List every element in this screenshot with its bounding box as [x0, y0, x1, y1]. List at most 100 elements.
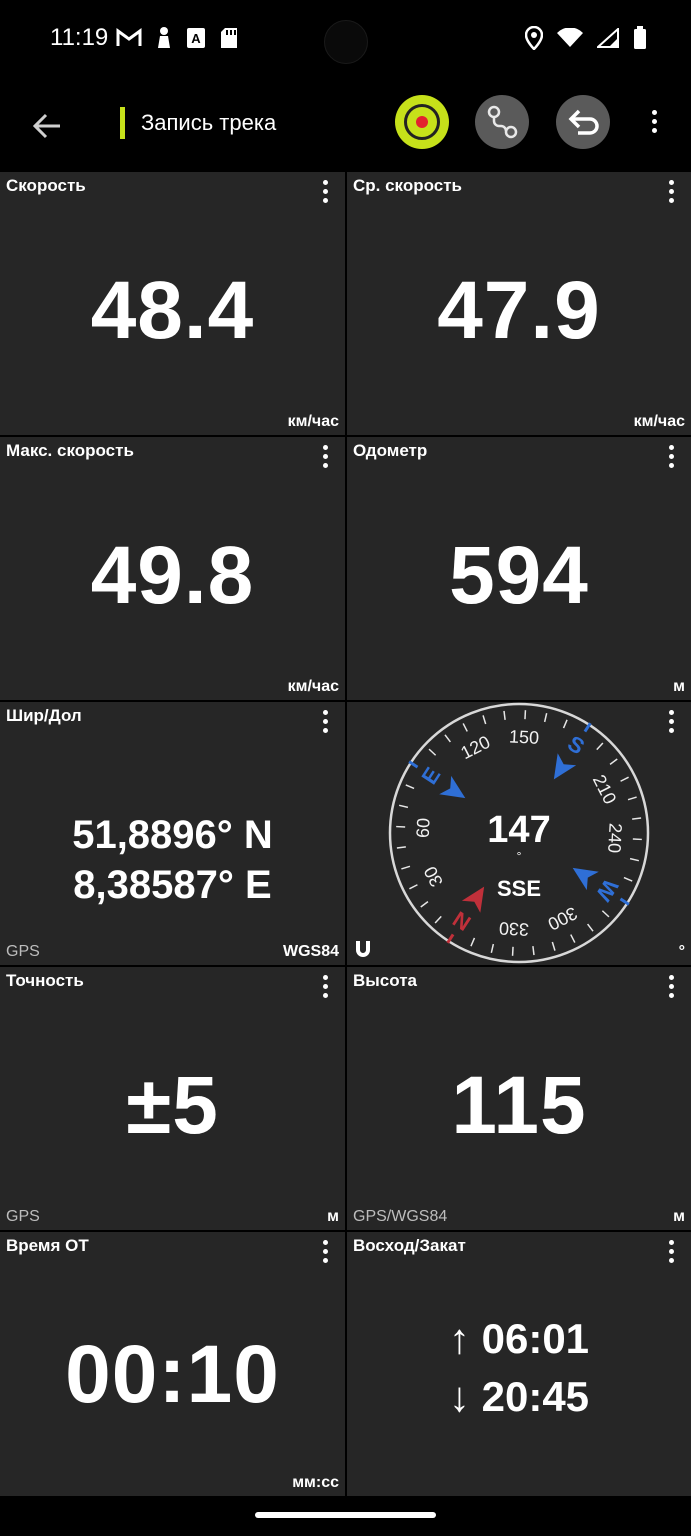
- compass-tick: [420, 901, 429, 908]
- tile-latlon[interactable]: Шир/Дол 51,8896° N 8,38587° E GPS WGS84: [0, 702, 345, 965]
- compass-tick: [470, 937, 476, 947]
- tile-menu-icon[interactable]: [317, 975, 333, 1001]
- compass-tick: [532, 946, 535, 956]
- back-button[interactable]: [28, 106, 68, 146]
- sunrise-value: ↑ 06:01: [448, 1315, 590, 1362]
- tile-max-speed[interactable]: Макс. скорость 49.8 км/час: [0, 437, 345, 700]
- record-dot-icon: [416, 116, 428, 128]
- tile-sun[interactable]: Восход/Закат ↑ 06:01 ↓ 20:45: [347, 1232, 691, 1496]
- tile-menu-icon[interactable]: [317, 710, 333, 736]
- tile-menu-icon[interactable]: [663, 710, 679, 736]
- toolbar: Запись трека: [0, 80, 691, 170]
- compass-tick-label: 150: [508, 726, 539, 748]
- cardinal-label-e: E: [416, 763, 445, 789]
- compass-tick: [623, 876, 633, 882]
- tile-menu-icon[interactable]: [663, 180, 679, 206]
- compass-tick: [428, 748, 437, 756]
- compass-unit: °: [678, 943, 685, 960]
- undo-button[interactable]: [556, 95, 610, 149]
- home-gesture-pill[interactable]: [255, 1512, 436, 1518]
- compass-tick: [629, 857, 640, 862]
- tile-label: Высота: [353, 971, 417, 990]
- sd-card-icon: [221, 28, 237, 48]
- status-bar: 11:19 A: [0, 0, 691, 80]
- coordinates: 51,8896° N 8,38587° E: [0, 810, 345, 910]
- cardinal-label-w: W: [591, 875, 623, 906]
- tile-menu-icon[interactable]: [663, 445, 679, 471]
- tile-menu-icon[interactable]: [317, 445, 333, 471]
- record-button[interactable]: [395, 95, 449, 149]
- status-time: 11:19: [50, 24, 109, 51]
- tile-menu-icon[interactable]: [317, 180, 333, 206]
- tile-label: Время ОТ: [6, 1236, 89, 1255]
- signal-icon: [597, 28, 619, 48]
- tile-value: 47.9: [437, 265, 601, 356]
- tile-menu-icon[interactable]: [317, 1240, 333, 1266]
- tile-label: Одометр: [353, 441, 428, 460]
- tile-value: ±5: [126, 1060, 219, 1151]
- compass-tick: [601, 910, 610, 918]
- svg-text:A: A: [191, 31, 201, 46]
- tile-unit: м: [327, 1208, 339, 1225]
- tile-label: Точность: [6, 971, 84, 990]
- tile-value: 00:10: [65, 1329, 280, 1420]
- tile-unit: км/час: [287, 413, 339, 430]
- compass-tick: [570, 934, 576, 943]
- compass-direction: SSE: [497, 876, 541, 901]
- tile-menu-icon[interactable]: [663, 975, 679, 1001]
- route-button[interactable]: [475, 95, 529, 149]
- compass-tick: [596, 742, 604, 751]
- compass-tick: [434, 915, 442, 924]
- compass-tick: [482, 715, 487, 725]
- compass-tick: [396, 846, 406, 849]
- undo-icon: [568, 109, 599, 135]
- compass-tick: [490, 943, 495, 954]
- system-nav-bar: [0, 1496, 691, 1536]
- cardinal-label-s: S: [563, 730, 589, 759]
- compass-tick: [398, 804, 409, 809]
- page-title: Запись трека: [141, 110, 277, 135]
- tile-menu-icon[interactable]: [663, 1240, 679, 1266]
- tile-source: GPS: [6, 1208, 40, 1225]
- tile-source: GPS/WGS84: [353, 1208, 448, 1225]
- tile-unit: км/час: [633, 413, 685, 430]
- tile-odometer[interactable]: Одометр 594 м: [347, 437, 691, 700]
- compass-tick: [543, 712, 548, 723]
- title-accent-bar: [120, 107, 125, 139]
- compass-tick-label: 60: [413, 817, 434, 838]
- tile-value: 594: [449, 530, 589, 621]
- battery-icon: [634, 26, 646, 49]
- compass-tick: [632, 817, 642, 820]
- tile-label: Макс. скорость: [6, 441, 134, 460]
- tile-avg-speed[interactable]: Ср. скорость 47.9 км/час: [347, 172, 691, 435]
- tile-datum: WGS84: [282, 943, 339, 960]
- tile-value: 48.4: [90, 265, 255, 356]
- tile-value: 115: [451, 1060, 587, 1151]
- tile-unit: м: [673, 678, 685, 695]
- tile-speed[interactable]: Скорость 48.4 км/час: [0, 172, 345, 435]
- tile-label: Восход/Закат: [353, 1236, 466, 1255]
- compass-heading: 147: [487, 809, 550, 851]
- compass-tick-label: 210: [589, 771, 620, 807]
- compass-tick: [405, 784, 415, 790]
- tile-label: Шир/Дол: [6, 706, 82, 725]
- wifi-icon: [557, 28, 583, 47]
- tile-label: Ср. скорость: [353, 176, 463, 195]
- compass-dial: 120 150 210 240 300 330 30 60 S E W N 147 ° SSE: [388, 702, 650, 964]
- latitude-value: 51,8896° N: [72, 813, 273, 857]
- status-icons-left: A: [116, 26, 238, 50]
- overflow-menu-icon[interactable]: [640, 102, 668, 154]
- compass-tick: [462, 723, 468, 732]
- tile-altitude[interactable]: Высота 115 GPS/WGS84 м: [347, 967, 691, 1230]
- chess-pawn-icon: [158, 27, 170, 48]
- gmail-icon: [116, 28, 142, 46]
- tile-compass[interactable]: 120 150 210 240 300 330 30 60 S E W N 147 ° SSE °: [347, 702, 691, 965]
- cardinal-arrow-icon: [572, 867, 599, 891]
- tile-time[interactable]: Время ОТ 00:10 мм:сс: [0, 1232, 345, 1496]
- tile-unit: км/час: [287, 678, 339, 695]
- cardinal-label-n: N: [448, 906, 475, 936]
- compass-tick-label: 300: [545, 903, 581, 934]
- compass-tick: [409, 884, 418, 890]
- tile-accuracy[interactable]: Точность ±5 GPS м: [0, 967, 345, 1230]
- compass-tick-label: 330: [498, 918, 529, 940]
